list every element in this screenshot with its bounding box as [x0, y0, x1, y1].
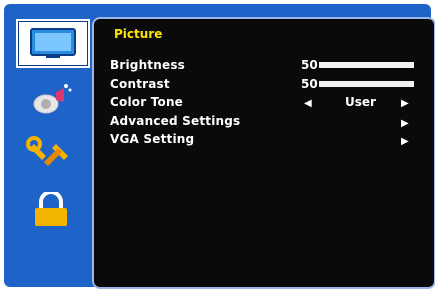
- tab-sound[interactable]: [16, 75, 86, 120]
- menu-item-brightness[interactable]: Brightness: [110, 58, 185, 74]
- brightness-value: 50: [301, 58, 318, 72]
- tools-icon: [26, 135, 68, 166]
- brightness-slider[interactable]: [319, 62, 414, 68]
- menu-item-label: VGA Setting: [110, 132, 195, 146]
- menu-item-vga-setting[interactable]: VGA Setting: [110, 132, 194, 148]
- menu-item-advanced-settings[interactable]: Advanced Settings: [110, 114, 240, 130]
- menu-item-color-tone[interactable]: Color Tone: [110, 95, 183, 111]
- menu-title: Picture: [114, 27, 163, 41]
- color-tone-value: User: [345, 95, 376, 109]
- padlock-icon: [35, 191, 67, 226]
- advanced-settings-arrow[interactable]: ▶: [401, 118, 409, 129]
- menu-item-label: Brightness: [110, 58, 186, 72]
- tab-picture[interactable]: [16, 19, 90, 68]
- contrast-value: 50: [301, 77, 318, 91]
- contrast-slider[interactable]: [319, 81, 414, 87]
- monitor-icon: [30, 27, 76, 58]
- menu-item-label: Advanced Settings: [110, 114, 241, 128]
- menu-item-contrast[interactable]: Contrast: [110, 77, 170, 93]
- menu-item-label: Color Tone: [110, 95, 184, 109]
- osd-frame: Picture Brightness 50 Contrast 50 Color …: [4, 4, 435, 289]
- tab-lock[interactable]: [16, 187, 86, 232]
- menu-item-label: Contrast: [110, 77, 170, 91]
- vga-setting-arrow[interactable]: ▶: [401, 136, 409, 147]
- tab-setup[interactable]: [16, 131, 86, 176]
- color-tone-left-arrow[interactable]: ◀: [304, 98, 312, 109]
- picture-menu-panel: Picture Brightness 50 Contrast 50 Color …: [92, 17, 435, 289]
- speaker-icon: [33, 83, 72, 113]
- color-tone-right-arrow[interactable]: ▶: [401, 98, 409, 109]
